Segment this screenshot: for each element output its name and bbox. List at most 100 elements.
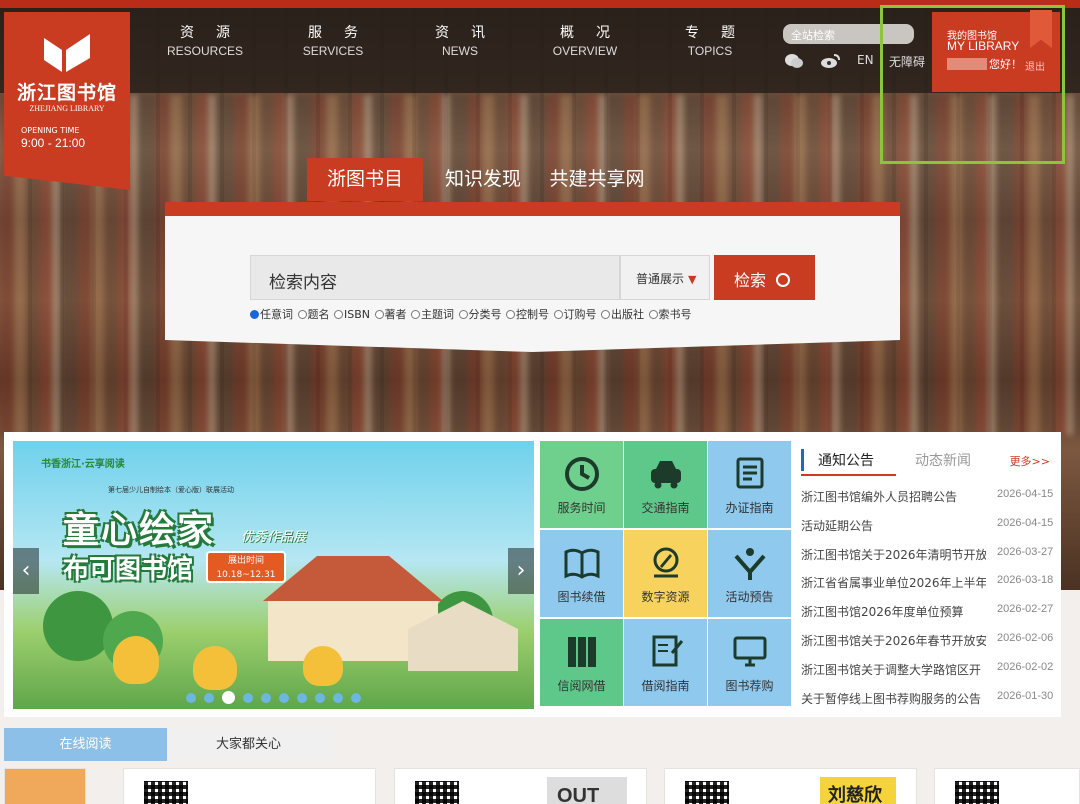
- service-tile[interactable]: 活动预告: [708, 530, 791, 617]
- carousel-dot[interactable]: [315, 693, 325, 703]
- search-field-options: 任意词 题名 ISBN 著者 主题词 分类号 控制号 订购号 出版社 索书号: [250, 306, 693, 322]
- carousel-dot[interactable]: [204, 693, 214, 703]
- nav-label-en: NEWS: [442, 44, 478, 58]
- mascot-illustration: [303, 646, 343, 686]
- nav-label-en: TOPICS: [687, 44, 733, 58]
- radio-class-number[interactable]: 分类号: [458, 306, 502, 322]
- english-link[interactable]: EN: [857, 53, 874, 67]
- nav-label-cn: 专题: [685, 25, 757, 41]
- carousel-dot[interactable]: [186, 693, 196, 703]
- service-tile[interactable]: 图书荐购: [708, 619, 791, 706]
- search-input[interactable]: 检索内容: [250, 255, 620, 300]
- tab-catalog[interactable]: 浙图书目: [307, 158, 423, 201]
- radio-any-word[interactable]: 任意词: [250, 306, 293, 322]
- book-card[interactable]: [123, 768, 376, 804]
- carousel-dot[interactable]: [279, 693, 289, 703]
- nav-label-en: SERVICES: [302, 44, 364, 58]
- service-tile[interactable]: 办证指南: [708, 441, 791, 528]
- carousel-dot[interactable]: [333, 693, 343, 703]
- book-card[interactable]: OUT: [394, 768, 647, 804]
- notice-item[interactable]: 浙江图书馆关于2026年春节开放安 2026-02-06: [801, 632, 1059, 660]
- service-tile-label: 交通指南: [641, 501, 690, 515]
- radio-title[interactable]: 题名: [297, 306, 330, 322]
- tab-online-reading[interactable]: 在线阅读: [4, 728, 167, 761]
- book-logo-icon: [44, 34, 90, 72]
- carousel-dot[interactable]: [261, 693, 271, 703]
- nav-item-services[interactable]: 服务 SERVICES: [283, 24, 383, 58]
- event-banner[interactable]: 书香浙江·云享阅读 第七届少儿自制绘本（爱心版）联展活动 童心绘家 优秀作品展 …: [13, 441, 534, 709]
- tab-knowledge-discovery[interactable]: 知识发现: [433, 158, 533, 201]
- carousel-next-button[interactable]: ›: [508, 548, 534, 594]
- service-tile[interactable]: 交通指南: [624, 441, 707, 528]
- notice-accent: [801, 449, 804, 471]
- notice-date: 2026-03-18: [997, 574, 1054, 587]
- radio-subject[interactable]: 主题词: [411, 306, 454, 322]
- compass-icon: [646, 544, 686, 582]
- notice-title: 浙江图书馆2026年度单位预算: [801, 605, 964, 620]
- wechat-icon[interactable]: [784, 53, 804, 69]
- service-tile[interactable]: 服务时间: [540, 441, 623, 528]
- book-card[interactable]: 刘慈欣: [664, 768, 917, 804]
- carousel-dot[interactable]: [351, 693, 361, 703]
- tab-popular[interactable]: 大家都关心: [167, 728, 330, 761]
- notice-board: 通知公告 动态新闻 更多>> 浙江图书馆编外人员招聘公告 2026-04-15 活动…: [796, 441, 1058, 711]
- display-mode-select[interactable]: 普通展示 ▼: [620, 255, 710, 300]
- notice-item[interactable]: 浙江图书馆关于2026年清明节开放 2026-03-27: [801, 546, 1059, 574]
- carousel-prev-button[interactable]: ‹: [13, 548, 39, 594]
- mascot-illustration: [113, 636, 159, 684]
- radio-author[interactable]: 著者: [374, 306, 407, 322]
- books-icon: [562, 633, 602, 671]
- notice-date: 2026-01-30: [997, 689, 1054, 702]
- roof-illustration: [263, 556, 443, 601]
- notice-item[interactable]: 活动延期公告 2026-04-15: [801, 517, 1059, 545]
- more-link[interactable]: 更多>>: [1010, 453, 1050, 469]
- notice-item[interactable]: 浙江图书馆关于调整大学路馆区开 2026-02-02: [801, 661, 1059, 689]
- radio-call-number[interactable]: 索书号: [648, 306, 692, 322]
- notice-title: 浙江省省属事业单位2026年上半年: [801, 576, 986, 591]
- tab-news[interactable]: 动态新闻: [915, 450, 971, 470]
- nav-item-overview[interactable]: 概况 OVERVIEW: [535, 24, 635, 58]
- service-tile-label: 活动预告: [725, 590, 774, 604]
- nav-item-resources[interactable]: 资源 RESOURCES: [155, 24, 255, 58]
- search-button[interactable]: 检索: [714, 255, 815, 300]
- book-cover-card[interactable]: [4, 768, 86, 804]
- radio-order-number[interactable]: 订购号: [553, 306, 597, 322]
- banner-date-badge: 展出时间 10.18~12.31: [206, 551, 286, 583]
- radio-publisher[interactable]: 出版社: [601, 306, 644, 322]
- carousel-dot[interactable]: [297, 693, 307, 703]
- carousel-dots: [13, 688, 534, 707]
- carousel-dot-active[interactable]: [222, 691, 235, 704]
- notice-item[interactable]: 关于暂停线上图书荐购服务的公告 2026-01-30: [801, 690, 1059, 718]
- library-logo[interactable]: 浙江图书馆 ZHEJIANG LIBRARY OPENING TIME 9:00…: [4, 12, 130, 190]
- nav-item-topics[interactable]: 专题 TOPICS: [660, 24, 760, 58]
- service-tile[interactable]: 数字资源: [624, 530, 707, 617]
- weibo-icon[interactable]: [820, 53, 840, 69]
- banner-brand: 书香浙江·云享阅读: [41, 459, 125, 470]
- tree-illustration: [43, 591, 113, 661]
- nav-label-cn: 服务: [308, 25, 380, 41]
- card-icon: [730, 455, 770, 493]
- notice-title: 浙江图书馆编外人员招聘公告: [801, 490, 958, 504]
- service-tile[interactable]: 图书续借: [540, 530, 623, 617]
- radio-control-number[interactable]: 控制号: [506, 306, 549, 322]
- book-card[interactable]: [934, 768, 1080, 804]
- service-tile-label: 办证指南: [725, 501, 774, 515]
- mascot-illustration: [193, 646, 237, 690]
- nav-item-news[interactable]: 资讯 NEWS: [410, 24, 510, 58]
- tab-notices[interactable]: 通知公告: [818, 450, 874, 470]
- tab-shared-network[interactable]: 共建共享网: [545, 158, 649, 201]
- notice-item[interactable]: 浙江图书馆编外人员招聘公告 2026-04-15: [801, 488, 1059, 516]
- computer-icon: [730, 633, 770, 671]
- radio-isbn[interactable]: ISBN: [334, 308, 370, 321]
- service-tile-label: 服务时间: [557, 501, 606, 515]
- notice-date: 2026-02-02: [997, 660, 1054, 673]
- carousel-dot[interactable]: [243, 693, 253, 703]
- qr-code-icon: [955, 781, 999, 804]
- search-icon: [776, 273, 791, 287]
- banner-subtitle: 第七届少儿自制绘本（爱心版）联展活动: [108, 486, 234, 494]
- notice-item[interactable]: 浙江省省属事业单位2026年上半年 2026-03-18: [801, 574, 1059, 602]
- notice-item[interactable]: 浙江图书馆2026年度单位预算 2026-02-27: [801, 603, 1059, 631]
- notice-title: 浙江图书馆关于2026年清明节开放: [801, 547, 986, 562]
- service-tile[interactable]: 信阅网借: [540, 619, 623, 706]
- service-tile[interactable]: 借阅指南: [624, 619, 707, 706]
